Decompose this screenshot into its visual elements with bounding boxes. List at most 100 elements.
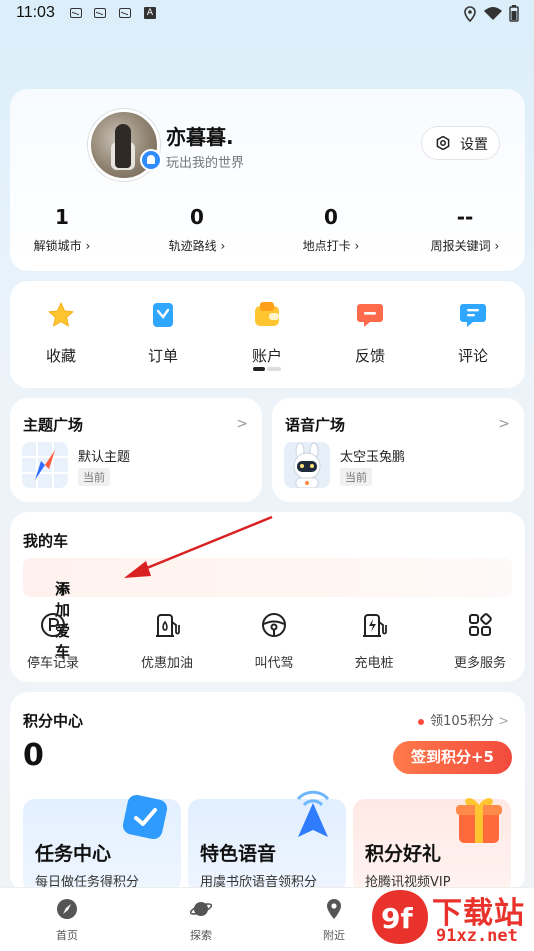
voice-name: 太空玉兔鹏 [340,450,406,465]
receive-points-link[interactable]: 领105积分 > [418,710,509,729]
current-badge: 当前 [340,468,372,486]
stat-track-routes[interactable]: 0 轨迹路线 › [137,205,257,254]
stat-value: 0 [190,205,204,229]
mail-icon [119,8,131,18]
card-title: 任务中心 [35,843,112,865]
home-compass-icon [57,899,77,919]
location-pin-icon [327,899,341,919]
navigation-arrow-icon [296,790,330,837]
order-icon [153,303,173,327]
wifi-icon [484,7,502,20]
current-badge: 当前 [78,468,110,486]
steering-wheel-icon [262,613,286,637]
quick-label: 订单 [147,347,178,365]
site-watermark: 9f 下载站 91xz.net [370,886,534,950]
grid-icon [469,613,492,636]
planet-icon [189,902,213,916]
mail-icon [70,8,82,18]
quick-label: 评论 [457,347,488,365]
star-icon [48,302,74,327]
quick-favorites[interactable]: 收藏 [26,301,96,366]
card-title: 积分好礼 [365,843,442,865]
fuel-icon [156,614,180,637]
comment-icon [460,304,486,327]
quick-label: 反馈 [354,347,385,365]
settings-label: 设置 [460,137,488,153]
status-time: 11:03 [16,4,55,21]
quick-orders[interactable]: 订单 [128,301,198,366]
status-bar: 11:03 A [0,0,534,28]
service-label: 更多服务 [453,656,506,671]
settings-gear-icon [436,136,450,150]
service-label: 叫代驾 [254,656,294,671]
user-name[interactable]: 亦暮暮. [166,121,234,150]
location-status-icon [464,6,476,22]
page-indicator [253,367,283,371]
service-parking-record[interactable]: 停车记录 [10,612,96,671]
mail-icon [94,8,106,18]
task-check-icon [122,794,168,840]
watermark-sub: 91xz.net [436,926,518,946]
task-center-card[interactable]: 任务中心 每日做任务得积分 [23,794,181,892]
user-signature: 玩出我的世界 [166,156,245,171]
settings-button[interactable]: 设置 [421,126,500,160]
points-gift-card[interactable]: 积分好礼 抢腾讯视频VIP [353,798,511,892]
tab-home[interactable]: 首页 [27,898,107,943]
service-label: 充电桩 [354,656,394,671]
service-fuel-discount[interactable]: 优惠加油 [124,612,210,671]
card-title: 特色语音 [200,843,277,865]
charging-icon [363,614,387,637]
service-label: 停车记录 [26,656,79,671]
service-more[interactable]: 更多服务 [437,612,523,671]
chevron-right-icon: > [236,416,248,432]
special-voice-card[interactable]: 特色语音 用虞书欣语音领积分 [188,790,346,892]
chevron-right-icon: > [498,416,510,432]
sign-in-button[interactable]: 签到积分+5 [393,741,512,774]
chevron-right-icon: > [498,714,509,729]
stat-unlocked-cities[interactable]: 1 解锁城市 › [2,205,122,254]
tab-label: 探索 [190,929,212,942]
quick-feedback[interactable]: 反馈 [335,301,405,366]
gift-box-icon [456,798,502,843]
quick-label: 收藏 [45,347,76,365]
service-designated-driver[interactable]: 叫代驾 [231,612,317,671]
stat-checkins[interactable]: 0 地点打卡 › [271,205,391,254]
wallet-icon [255,302,279,326]
astronaut-rabbit-icon [284,442,330,488]
points-balance: 0 [23,738,44,773]
theme-square-card[interactable]: 主题广场 > 默认主题 当前 [10,398,262,502]
stat-label: 地点打卡 › [302,239,360,253]
quick-actions-card: 收藏 订单 账户 反馈 评论 [10,281,525,388]
stat-value: 1 [55,205,69,229]
voice-square-title: 语音广场 [285,416,346,434]
my-car-title: 我的车 [23,532,69,550]
receive-points-label: 领105积分 [430,714,494,729]
stat-label: 周报关键词 › [430,239,500,253]
app-notification-icon: A [144,7,156,19]
watermark-logo-text: 9f [381,902,413,935]
points-center-card: 积分中心 领105积分 > 0 签到积分+5 任务中心 每日做任务得积分 特色语… [10,692,525,892]
quick-comments[interactable]: 评论 [438,301,508,366]
quick-account[interactable]: 账户 [232,301,302,366]
stat-label: 轨迹路线 › [168,239,226,253]
red-dot-icon [418,718,425,725]
tab-nearby[interactable]: 附近 [294,898,374,943]
stat-weekly-keywords[interactable]: -- 周报关键词 › [405,205,525,254]
voice-square-card[interactable]: 语音广场 > 太空玉兔鹏 当前 [272,398,524,502]
profile-card: 亦暮暮. 玩出我的世界 设置 1 解锁城市 › 0 轨迹路线 › 0 地点打卡 … [10,89,525,271]
verified-badge-icon [140,149,162,171]
compass-theme-icon [22,442,68,488]
stat-label: 解锁城市 › [33,239,91,253]
add-car-button[interactable]: ＋添加爱车 [23,558,512,661]
parking-icon [41,613,65,637]
feedback-icon [357,304,383,327]
theme-square-title: 主题广场 [23,416,84,434]
battery-icon [509,5,519,22]
theme-name: 默认主题 [78,450,131,465]
tab-explore[interactable]: 探索 [161,898,241,943]
stat-value: 0 [324,205,338,229]
tab-label: 首页 [56,929,78,942]
tab-label: 附近 [323,929,345,942]
service-charging-pile[interactable]: 充电桩 [331,612,417,671]
service-label: 优惠加油 [140,656,193,671]
